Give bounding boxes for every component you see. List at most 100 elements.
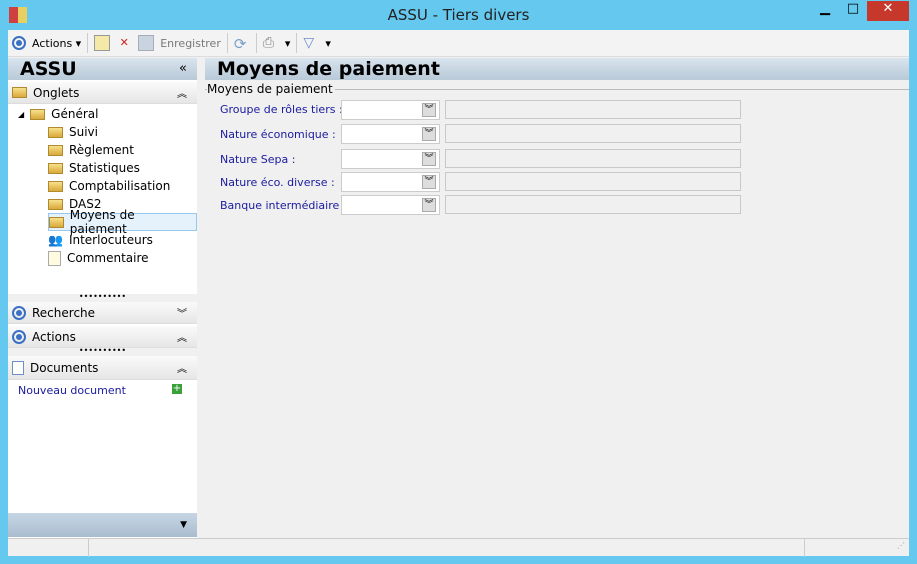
- field-label: Banque intermédiaire :: [220, 199, 347, 212]
- tree-item-interlocuteurs[interactable]: 👥 Interlocuteurs: [48, 231, 153, 249]
- groupe-roles-description: [445, 100, 741, 119]
- chevron-down-icon[interactable]: ︾: [177, 305, 187, 320]
- status-bar: ⋰: [8, 538, 909, 557]
- field-label: Nature Sepa :: [220, 153, 296, 166]
- resize-grip-icon[interactable]: ⋰: [897, 541, 905, 550]
- documents-pane-header[interactable]: Documents ︽: [8, 356, 197, 380]
- tree-label: Commentaire: [67, 251, 149, 265]
- tree-item-commentaire[interactable]: Commentaire: [48, 249, 149, 267]
- folder-icon: [12, 87, 27, 98]
- recherche-pane-header[interactable]: Recherche ︾: [8, 302, 197, 324]
- print-dropdown-icon[interactable]: ▾: [285, 37, 291, 50]
- tree-label: Comptabilisation: [69, 179, 171, 193]
- document-icon: [12, 360, 24, 375]
- separator: [87, 33, 89, 53]
- toolbar: Actions ▾ ✕ Enregistrer ⟳ ⎙ ▾ ▽ ▾: [8, 30, 909, 57]
- chevron-down-icon[interactable]: ︾: [422, 175, 436, 189]
- nature-eco-diverse-combo[interactable]: ︾: [341, 172, 440, 192]
- folder-icon: [48, 198, 63, 210]
- group-title: Moyens de paiement: [207, 82, 335, 96]
- field-label: Nature économique :: [220, 128, 336, 141]
- tab-tree: ◢ Général Suivi Règlement Statistiques Co…: [8, 104, 197, 294]
- folder-icon: [30, 108, 46, 120]
- chevron-down-icon[interactable]: ︾: [422, 198, 436, 212]
- separator: [296, 33, 298, 53]
- sidebar-header: ASSU «: [8, 58, 197, 80]
- nav-circle-icon: [12, 305, 26, 320]
- save-button[interactable]: Enregistrer: [160, 37, 221, 50]
- documents-label: Documents: [30, 360, 99, 375]
- nature-economique-combo[interactable]: ︾: [341, 124, 440, 144]
- close-button[interactable]: ✕: [867, 1, 909, 21]
- banque-intermediaire-combo[interactable]: ︾: [341, 195, 440, 215]
- separator: [255, 33, 257, 53]
- tree-item-general[interactable]: ◢ Général: [18, 105, 98, 123]
- actions-label: Actions: [32, 36, 73, 50]
- groupe-roles-combo[interactable]: ︾: [341, 100, 440, 120]
- chevron-down-icon[interactable]: ︾: [422, 152, 436, 166]
- note-icon: [48, 250, 61, 266]
- page-title: Moyens de paiement: [205, 58, 909, 80]
- save-icon: [138, 35, 155, 51]
- nature-sepa-description: [445, 149, 741, 168]
- field-label: Groupe de rôles tiers :: [220, 103, 343, 116]
- folder-icon: [48, 126, 63, 138]
- actions-menu[interactable]: Actions ▾: [32, 37, 81, 50]
- separator: [226, 33, 228, 53]
- tree-item-moyens-de-paiement[interactable]: Moyens de paiement: [48, 208, 197, 236]
- filter-icon[interactable]: ▽: [303, 35, 319, 51]
- splitter-grip[interactable]: ••••••••••: [8, 347, 197, 356]
- onglets-pane-header[interactable]: Onglets ︽: [8, 82, 197, 104]
- chevron-down-icon[interactable]: ︾: [422, 103, 436, 117]
- banque-intermediaire-description: [445, 195, 741, 214]
- folder-icon: [48, 144, 63, 156]
- status-divider: [88, 539, 89, 557]
- tree-label: Interlocuteurs: [68, 233, 153, 247]
- filter-dropdown-icon[interactable]: ▾: [325, 37, 331, 50]
- tree-item-statistiques[interactable]: Statistiques: [48, 159, 140, 177]
- print-icon[interactable]: ⎙: [263, 35, 279, 51]
- minimize-button[interactable]: ▁: [811, 1, 839, 21]
- nature-economique-description: [445, 124, 741, 143]
- tree-label: Statistiques: [69, 161, 140, 175]
- tree-label: Règlement: [69, 143, 134, 157]
- sidebar-bottom-bar[interactable]: ▼: [8, 513, 197, 537]
- sidebar: ASSU « Onglets ︽ ◢ Général Suivi Règlement…: [8, 58, 197, 538]
- client-area: Actions ▾ ✕ Enregistrer ⟳ ⎙ ▾ ▽ ▾ ASSU « O…: [8, 30, 909, 557]
- documents-pane: Nouveau document +: [8, 380, 197, 410]
- recherche-label: Recherche: [32, 305, 96, 320]
- refresh-icon[interactable]: ⟳: [234, 35, 250, 53]
- tree-label: Général: [51, 107, 99, 121]
- splitter-grip[interactable]: ••••••••••: [8, 293, 197, 302]
- tree-item-suivi[interactable]: Suivi: [48, 123, 98, 141]
- nav-circle-icon[interactable]: [12, 36, 26, 50]
- nature-sepa-combo[interactable]: ︾: [341, 149, 440, 169]
- add-icon[interactable]: +: [172, 384, 182, 394]
- actions-label: Actions: [32, 329, 76, 344]
- window-title: ASSU - Tiers divers: [387, 6, 530, 24]
- new-icon[interactable]: [94, 35, 111, 51]
- sidebar-title: ASSU: [20, 58, 77, 80]
- field-label: Nature éco. diverse :: [220, 176, 335, 189]
- people-icon: 👥: [48, 233, 63, 247]
- open-folder-icon: [49, 216, 64, 228]
- folder-icon: [48, 180, 63, 192]
- chevron-down-icon[interactable]: ︾: [422, 127, 436, 141]
- new-document-link[interactable]: Nouveau document: [18, 384, 126, 397]
- collapse-sidebar-button[interactable]: «: [179, 58, 187, 80]
- actions-pane-header[interactable]: Actions ︽: [8, 326, 197, 348]
- chevron-up-icon[interactable]: ︽: [177, 360, 187, 375]
- tree-label: Suivi: [69, 125, 98, 139]
- folder-icon: [48, 162, 63, 174]
- nav-circle-icon: [12, 329, 26, 344]
- delete-icon[interactable]: ✕: [116, 35, 132, 51]
- title-bar: ASSU - Tiers divers ▁ □ ✕: [0, 0, 917, 30]
- status-divider: [804, 539, 805, 557]
- tree-item-comptabilisation[interactable]: Comptabilisation: [48, 177, 170, 195]
- nature-eco-diverse-description: [445, 172, 741, 191]
- maximize-button[interactable]: □: [839, 1, 867, 21]
- onglets-label: Onglets: [33, 85, 80, 100]
- chevron-up-icon[interactable]: ︽: [177, 85, 187, 100]
- chevron-up-icon[interactable]: ︽: [177, 329, 187, 344]
- tree-item-reglement[interactable]: Règlement: [48, 141, 134, 159]
